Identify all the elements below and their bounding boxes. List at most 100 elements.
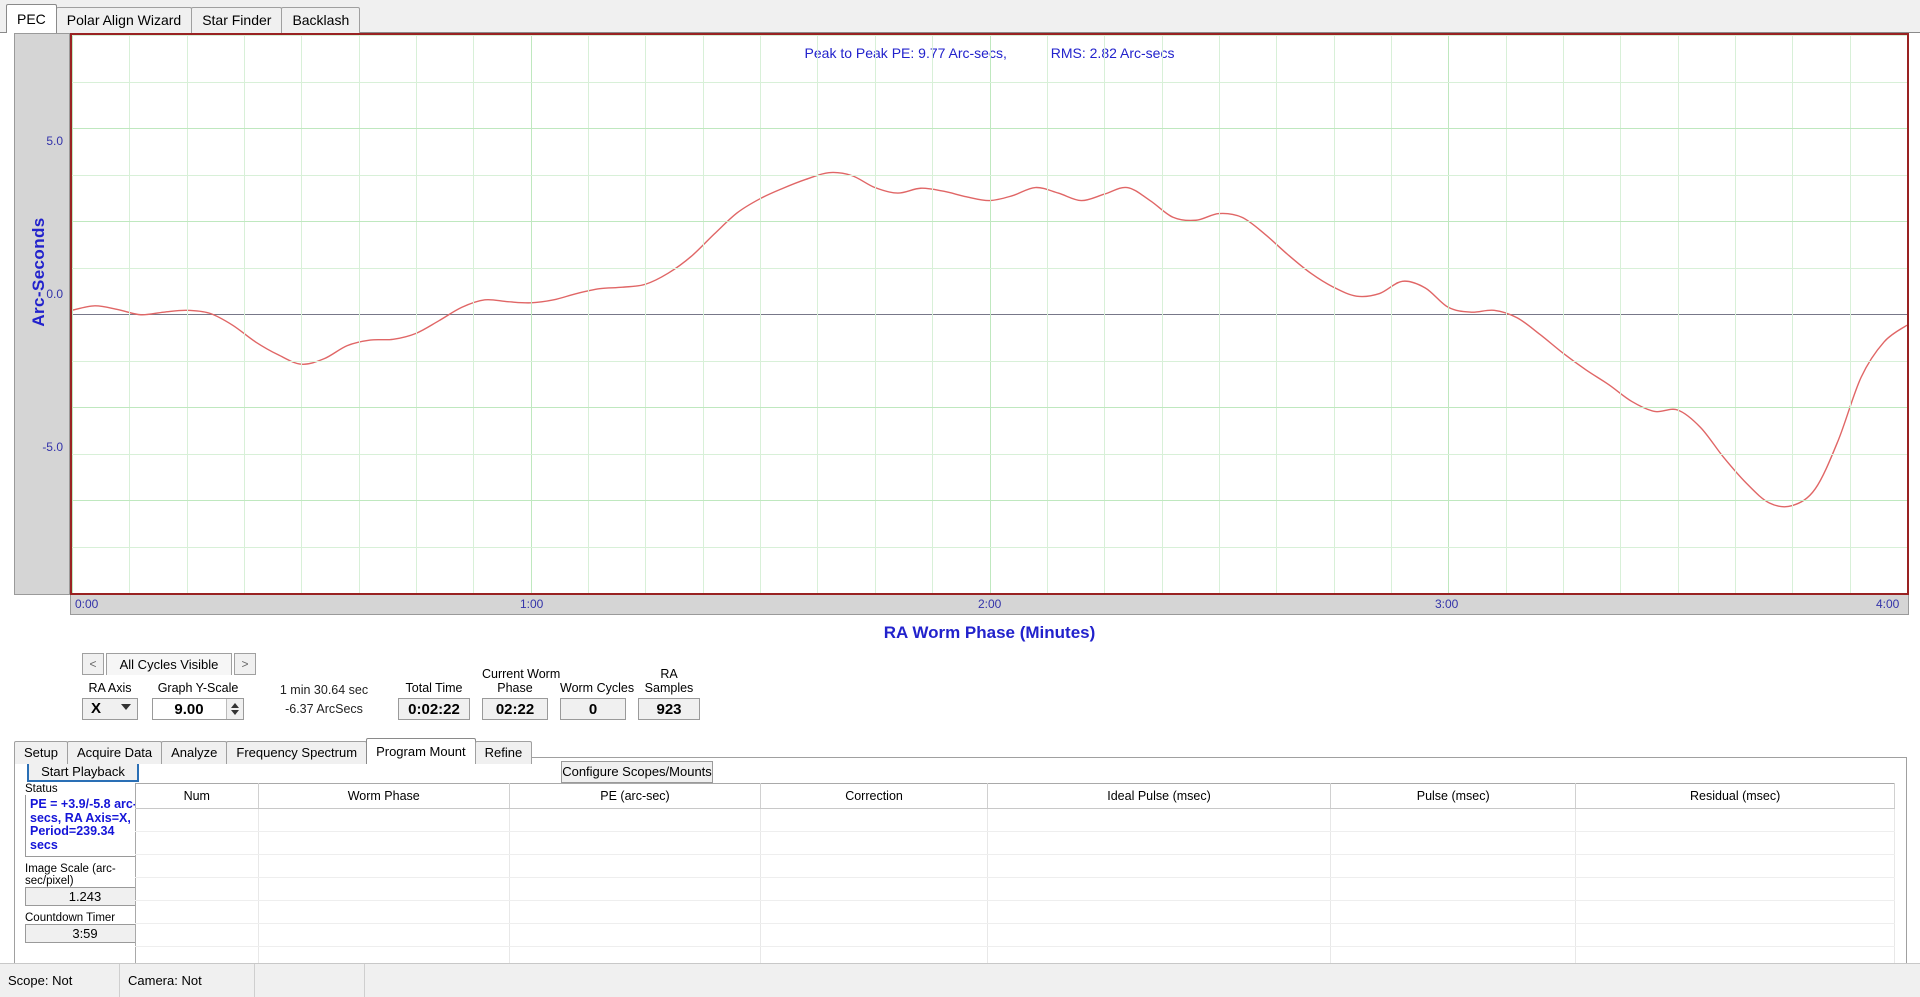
col-correction: Correction — [760, 783, 988, 809]
table-cell — [258, 808, 510, 832]
prev-cycle-button[interactable]: < — [82, 653, 104, 675]
worm-phase-caption-1: Current Worm — [482, 667, 561, 681]
table-cell — [509, 808, 762, 832]
program-mount-panel: Start Playback Configure Scopes/Mounts S… — [14, 757, 1907, 975]
ra-axis-select[interactable]: X — [82, 698, 138, 720]
grid-line-horizontal — [72, 360, 1907, 362]
grid-line-vertical — [989, 35, 991, 593]
col-num: Num — [135, 783, 259, 809]
lower-tab-setup[interactable]: Setup — [14, 741, 68, 764]
table-cell — [135, 854, 259, 878]
grid-line-vertical — [932, 35, 934, 593]
pempro-pec-window: PEC Polar Align Wizard Star Finder Backlash… — [0, 0, 1920, 997]
x-tick-0: 0:00 — [75, 597, 99, 611]
grid-line-vertical — [1046, 35, 1048, 593]
table-cell — [987, 808, 1332, 832]
x-axis-band: 0:00 1:00 2:00 3:00 4:00 — [70, 595, 1909, 615]
status-text: PE = +3.9/-5.8 arc-secs, RA Axis=X, Peri… — [30, 797, 138, 852]
top-tab-polar-align-wizard[interactable]: Polar Align Wizard — [55, 7, 193, 33]
lower-tab-refine[interactable]: Refine — [474, 741, 533, 764]
grid-line-vertical — [760, 35, 762, 593]
table-cell — [258, 923, 510, 947]
grid-line-vertical — [1333, 35, 1335, 593]
grid-line-horizontal — [72, 267, 1907, 269]
table-cell — [1575, 854, 1895, 878]
grid-line-vertical — [129, 35, 131, 593]
cycle-label[interactable]: All Cycles Visible — [106, 653, 232, 675]
plot-area[interactable]: Peak to Peak PE: 9.77 Arc-secs, RMS: 2.8… — [70, 33, 1909, 595]
grid-line-vertical — [1104, 35, 1106, 593]
table-cell — [1575, 877, 1895, 901]
table-row[interactable] — [135, 854, 1895, 878]
configure-scopes-button[interactable]: Configure Scopes/Mounts — [561, 761, 713, 783]
worm-cycles-group: Worm Cycles 0 — [560, 681, 635, 720]
grid-line-vertical — [645, 35, 647, 593]
next-cycle-button[interactable]: > — [234, 653, 256, 675]
grid-line-vertical — [1505, 35, 1507, 593]
grid-line-vertical — [588, 35, 590, 593]
lower-tab-program-mount[interactable]: Program Mount — [366, 738, 476, 764]
table-cell — [258, 831, 510, 855]
grid-line-vertical — [244, 35, 246, 593]
lower-tab-analyze[interactable]: Analyze — [161, 741, 228, 764]
status-box: PE = +3.9/-5.8 arc-secs, RA Axis=X, Peri… — [25, 795, 145, 857]
pe-graph-panel: Arc-Seconds 5.0 0.0 -5.0 Peak to Peak PE… — [14, 33, 1909, 642]
table-cell — [760, 923, 988, 947]
plot-inner: Peak to Peak PE: 9.77 Arc-secs, RMS: 2.8… — [72, 35, 1907, 593]
table-row[interactable] — [135, 877, 1895, 901]
table-cell — [1575, 923, 1895, 947]
table-row[interactable] — [135, 923, 1895, 947]
top-tab-backlash[interactable]: Backlash — [281, 7, 361, 33]
top-tab-strip: PEC Polar Align Wizard Star Finder Backlash — [0, 0, 1920, 33]
table-cell — [509, 900, 762, 924]
table-cell — [135, 900, 259, 924]
table-cell — [509, 923, 762, 947]
worm-cycles-caption: Worm Cycles — [560, 681, 635, 695]
col-ideal-pulse-msec: Ideal Pulse (msec) — [987, 783, 1332, 809]
chart-title-rms: RMS: 2.82 Arc-secs — [1050, 45, 1175, 61]
image-scale-value: 1.243 — [25, 887, 145, 906]
chevron-down-icon — [121, 704, 131, 710]
cycle-navigator: < All Cycles Visible > — [82, 653, 256, 675]
status-bar: Scope: Not Connected Camera: Not Connect… — [0, 963, 1920, 997]
ra-axis-group: RA Axis X — [82, 681, 138, 720]
grid-line-horizontal — [72, 35, 1907, 36]
grid-line-vertical — [1276, 35, 1278, 593]
image-scale-caption: Image Scale (arc-sec/pixel) — [25, 863, 116, 887]
grid-line-vertical — [72, 35, 73, 593]
table-cell — [258, 900, 510, 924]
x-tick-3: 3:00 — [1435, 597, 1459, 611]
grid-line-horizontal — [72, 407, 1907, 408]
table-cell — [760, 831, 988, 855]
lower-tab-acquire-data[interactable]: Acquire Data — [66, 741, 163, 764]
chart-title-p2p: Peak to Peak PE: 9.77 Arc-secs, — [804, 45, 1007, 61]
countdown-value: 3:59 — [25, 924, 145, 943]
status-camera: Camera: Not Connected — [120, 964, 255, 997]
grid-line-vertical — [530, 35, 532, 593]
y-axis-title: Arc-Seconds — [29, 217, 48, 327]
y-tick-5: 5.0 — [46, 134, 63, 148]
worm-cycles-value: 0 — [560, 698, 626, 720]
status-cell-4 — [365, 964, 565, 997]
pec-data-table[interactable]: Num Worm Phase PE (arc-sec) Correction Ideal… — [135, 783, 1895, 970]
grid-line-vertical — [1562, 35, 1564, 593]
table-cell — [509, 831, 762, 855]
table-header-row: Num Worm Phase PE (arc-sec) Correction Ideal… — [135, 783, 1895, 809]
table-cell — [135, 831, 259, 855]
table-cell — [1330, 831, 1577, 855]
ra-samples-value: 923 — [638, 698, 700, 720]
top-tab-pec[interactable]: PEC — [6, 4, 57, 33]
grid-line-horizontal — [72, 174, 1907, 176]
top-tab-star-finder[interactable]: Star Finder — [191, 7, 283, 33]
table-row[interactable] — [135, 831, 1895, 855]
grid-line-vertical — [1677, 35, 1679, 593]
table-row[interactable] — [135, 808, 1895, 832]
status-caption: Status — [25, 783, 58, 795]
table-cell — [1330, 854, 1577, 878]
x-tick-4: 4:00 — [1876, 597, 1900, 611]
grid-line-horizontal — [72, 546, 1907, 548]
grid-line-vertical — [1218, 35, 1220, 593]
table-row[interactable] — [135, 900, 1895, 924]
y-scale-spinner[interactable] — [226, 699, 243, 719]
lower-tab-frequency-spectrum[interactable]: Frequency Spectrum — [226, 741, 368, 764]
